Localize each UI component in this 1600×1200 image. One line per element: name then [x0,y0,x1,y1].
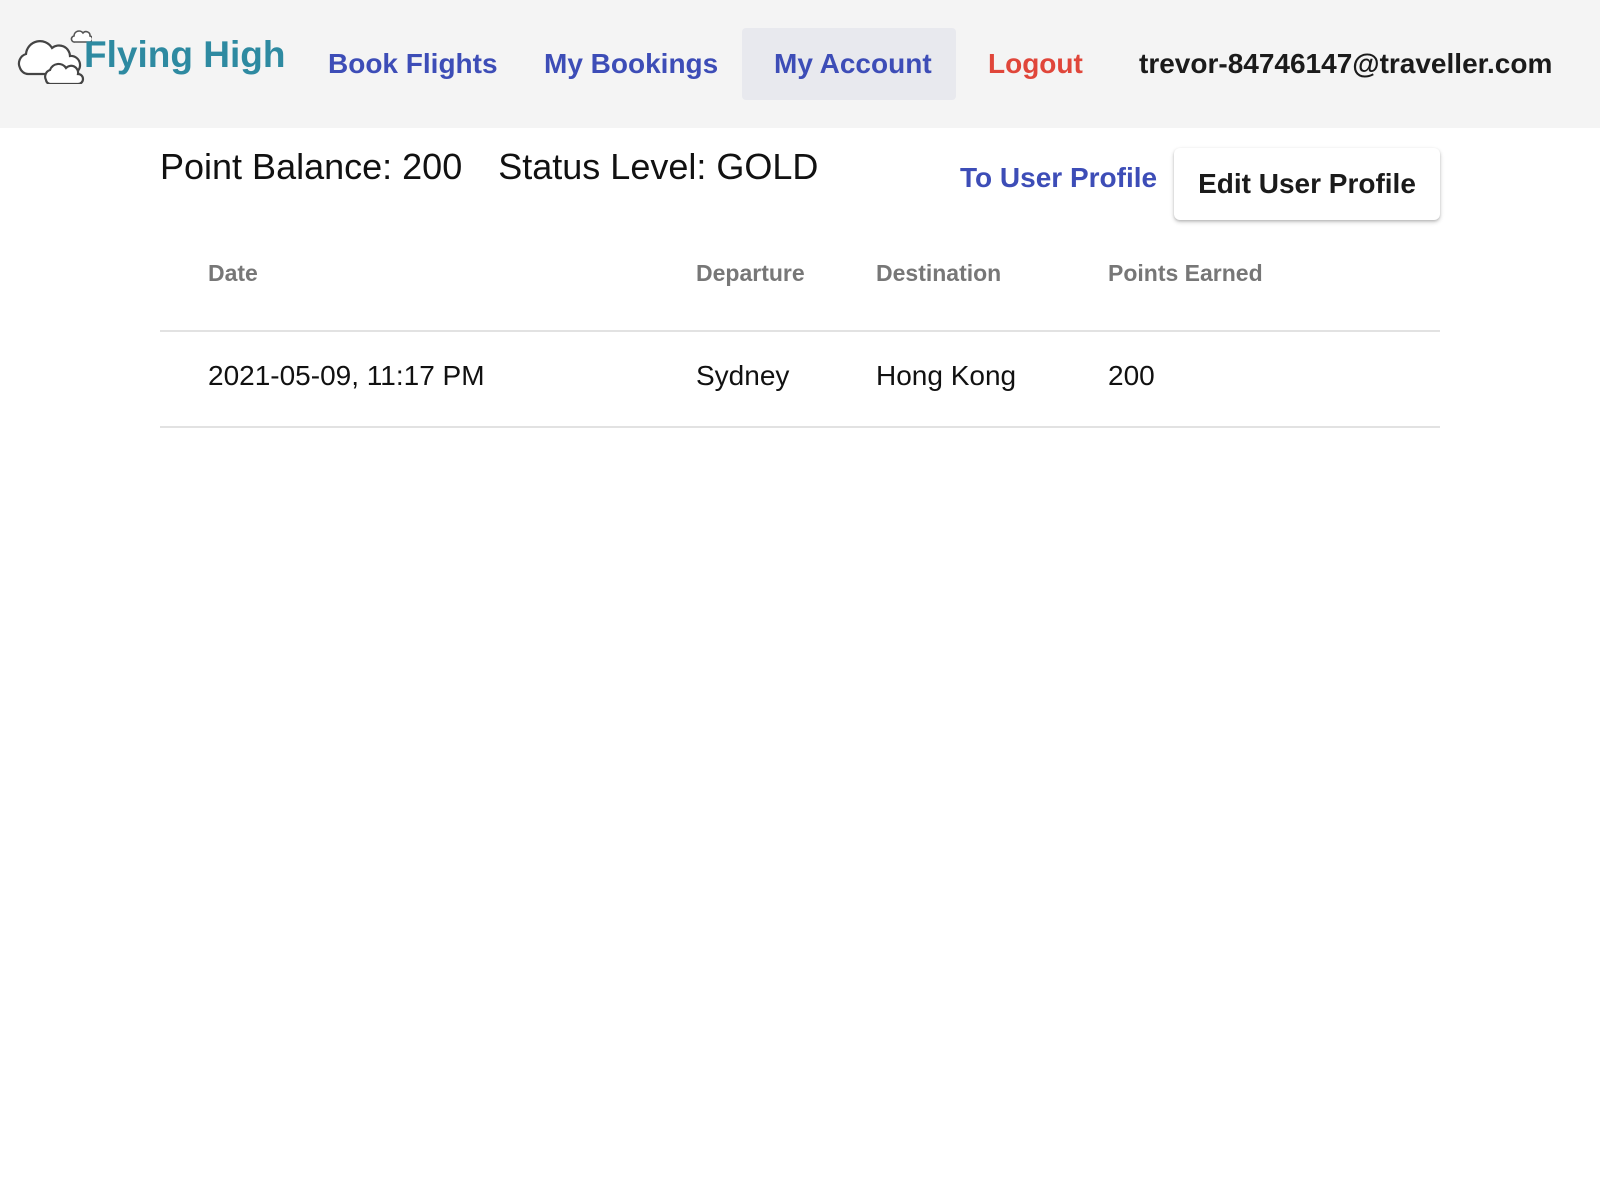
table-row: 2021-05-09, 11:17 PM Sydney Hong Kong 20… [160,332,1440,428]
column-header-departure: Departure [696,260,805,286]
nav-book-flights[interactable]: Book Flights [296,28,530,100]
table-header: Date Departure Destination Points Earned [160,232,1440,332]
to-user-profile-link[interactable]: To User Profile [960,162,1157,194]
clouds-icon [17,30,92,84]
nav-logout[interactable]: Logout [956,28,1115,100]
user-email: trevor-84746147@traveller.com [1139,48,1553,79]
point-balance: Point Balance: 200 [160,146,463,187]
column-header-date: Date [208,260,258,286]
column-header-destination: Destination [876,260,1002,286]
cell-departure: Sydney [696,360,790,391]
nav-my-bookings[interactable]: My Bookings [512,28,750,100]
status-level: Status Level: GOLD [498,146,819,187]
brand-name: Flying High [84,34,286,75]
top-nav-bar: Flying High Book Flights My Bookings My … [0,0,1600,128]
nav-my-account[interactable]: My Account [742,28,956,100]
cell-destination: Hong Kong [876,360,1017,391]
cell-points-earned: 200 [1108,360,1155,391]
account-summary: Point Balance: 200 Status Level: GOLD [160,146,854,188]
brand-logo[interactable]: Flying High [12,22,286,84]
points-history-table: Date Departure Destination Points Earned… [160,232,1440,428]
cell-date: 2021-05-09, 11:17 PM [208,360,485,391]
edit-user-profile-button[interactable]: Edit User Profile [1174,148,1440,220]
column-header-points-earned: Points Earned [1108,260,1263,286]
